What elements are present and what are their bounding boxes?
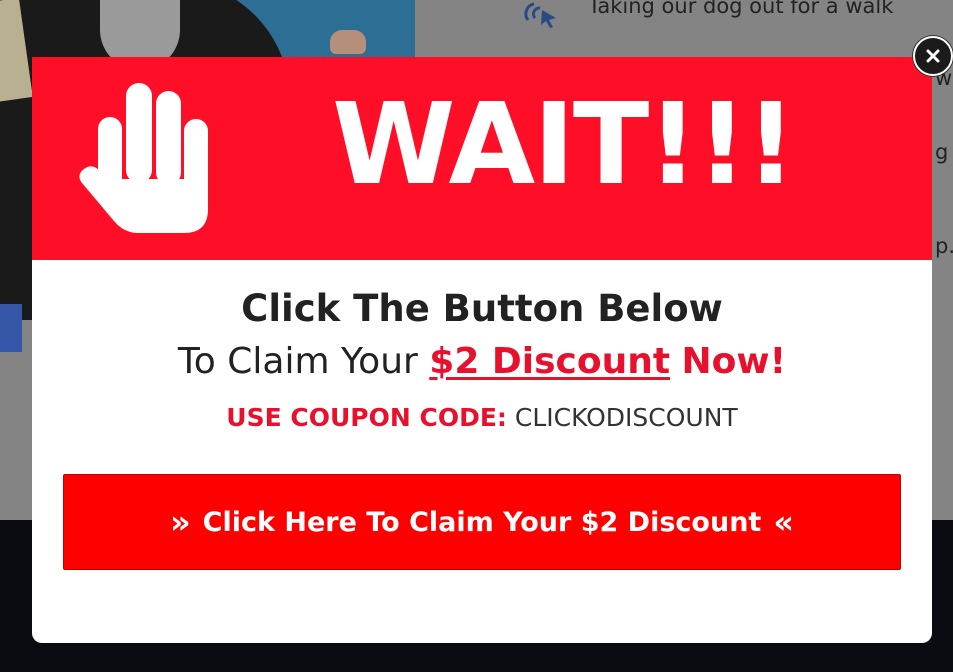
background-text: p. [935,234,953,258]
popup-subline: To Claim Your $2 Discount Now! [32,341,932,382]
hand-stop-icon [79,83,208,233]
close-popup-button[interactable] [913,36,953,76]
double-chevron-right-icon: » [170,503,191,541]
subline-prefix: To Claim Your [177,341,418,382]
background-text: Taking our dog out for a walk [588,0,894,18]
claim-discount-button[interactable]: » Click Here To Claim Your $2 Discount « [63,474,901,570]
background-blue-block [0,304,22,352]
coupon-line: USE COUPON CODE: CLICKODISCOUNT [32,403,932,432]
background-text: g t [935,140,953,164]
discount-amount: $2 Discount [429,341,671,382]
popup-header: WAIT!!! [32,57,932,260]
claim-button-label: Click Here To Claim Your $2 Discount [202,506,762,538]
subline-suffix: Now! [681,341,787,382]
popup-title: WAIT!!! [332,80,796,210]
cursor-click-icon [524,2,556,28]
double-chevron-left-icon: « [773,503,794,541]
close-icon [926,49,940,63]
popup-headline: Click The Button Below [241,287,723,330]
coupon-code: CLICKODISCOUNT [514,403,738,432]
discount-popup: WAIT!!! Click The Button Below To Claim … [32,57,932,643]
hero-thumb [330,30,366,54]
coupon-label: USE COUPON CODE: [226,403,507,432]
